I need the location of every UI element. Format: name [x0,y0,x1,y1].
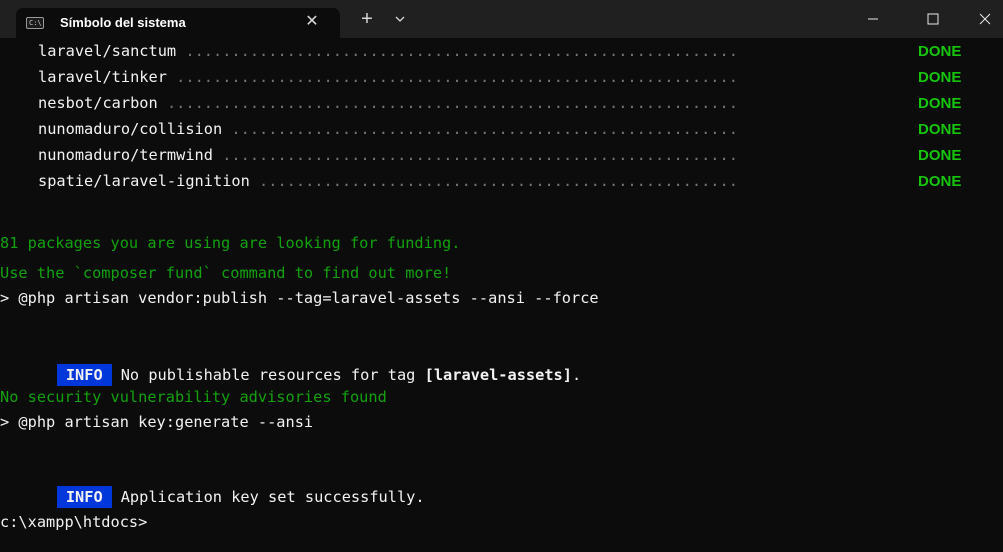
close-icon[interactable]: ✕ [302,12,322,32]
info-1-text: No publishable resources for tag [120,366,425,384]
close-window-icon[interactable] [962,0,1003,38]
package-line: nunomaduro/collision ...................… [0,117,1003,142]
info-1-tag: [laravel-assets] [424,366,572,384]
command-line-2: > @php artisan key:generate --ansi [0,413,314,431]
terminal-output[interactable]: laravel/sanctum ........................… [0,38,1003,552]
info-line-2: INFO Application key set successfully. [20,460,1003,508]
package-status: DONE [918,173,962,190]
info-2-text: Application key set successfully. [120,488,425,506]
package-name: nunomaduro/collision [38,120,223,138]
package-name: laravel/sanctum [38,42,177,60]
info-1-end: . [571,366,582,384]
command-prompt[interactable]: c:\xampp\htdocs> [0,510,1003,535]
package-dots: ........................................… [176,42,738,60]
funding-line-1: 81 packages you are using are looking fo… [0,234,461,252]
title-bar: C:\ Símbolo del sistema ✕ + [0,0,1003,38]
package-name: laravel/tinker [38,68,167,86]
tab-command-prompt[interactable]: C:\ Símbolo del sistema ✕ [16,8,340,38]
package-dots: ........................................… [166,68,738,86]
maximize-icon[interactable] [910,0,956,38]
package-name: nesbot/carbon [38,94,158,112]
package-name: nunomaduro/termwind [38,146,213,164]
package-line: laravel/sanctum ........................… [0,39,1003,64]
security-line: No security vulnerability advisories fou… [0,388,387,406]
command-line-1: > @php artisan vendor:publish --tag=lara… [0,289,599,307]
package-dots: ........................................… [249,172,738,190]
info-badge: INFO [56,486,112,508]
package-line: nesbot/carbon ..........................… [0,91,1003,116]
package-line: nunomaduro/termwind ....................… [0,143,1003,168]
info-badge: INFO [56,364,112,386]
package-dots: ........................................… [157,94,738,112]
package-status: DONE [918,147,962,164]
chevron-down-icon[interactable] [392,11,408,27]
package-status: DONE [918,95,962,112]
tab-title: Símbolo del sistema [60,15,186,30]
package-line: laravel/tinker .........................… [0,65,1003,90]
minimize-icon[interactable] [850,0,896,38]
package-dots: ........................................… [212,146,738,164]
plus-icon[interactable]: + [357,9,377,29]
package-status: DONE [918,43,962,60]
package-status: DONE [918,121,962,138]
command-prompt-icon: C:\ [26,17,44,29]
package-status: DONE [918,69,962,86]
package-name: spatie/laravel-ignition [38,172,250,190]
package-dots: ........................................… [222,120,738,138]
tab-icon-text: C:\ [29,19,42,27]
info-line-1: INFO No publishable resources for tag [la… [20,338,1003,386]
funding-line-2: Use the `composer fund` command to find … [0,264,452,282]
package-line: spatie/laravel-ignition ................… [0,169,1003,194]
